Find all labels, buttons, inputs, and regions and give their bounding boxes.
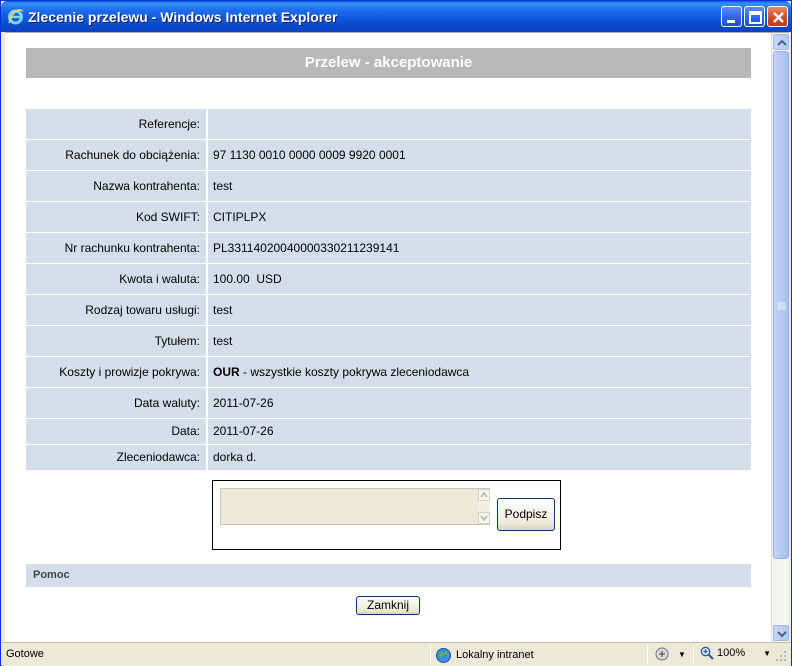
table-row: Tytułem: test (26, 326, 751, 357)
table-row: Zleceniodawca: dorka d. (26, 445, 751, 471)
page-content: Przelew - akceptowanie Referencje: Rachu… (5, 33, 771, 643)
close-button[interactable]: Zamknij (356, 596, 420, 615)
minimize-button[interactable] (721, 6, 742, 27)
row-label: Data: (26, 419, 208, 444)
scroll-down-icon[interactable] (478, 512, 490, 524)
status-separator (647, 645, 648, 664)
chevron-down-icon: ▼ (678, 649, 686, 659)
row-label: Nazwa kontrahenta: (26, 171, 208, 201)
zoom-control[interactable]: 100% ▼ (700, 646, 771, 660)
table-row: Rachunek do obciążenia: 97 1130 0010 000… (26, 140, 751, 171)
table-row: Nazwa kontrahenta: test (26, 171, 751, 202)
table-row: Rodzaj towaru usługi: test (26, 295, 751, 326)
help-section[interactable]: Pomoc (26, 564, 751, 587)
cost-code: OUR (213, 365, 240, 379)
status-separator (430, 645, 431, 664)
row-label: Koszty i prowizje pokrywa: (26, 357, 208, 387)
row-value: PL33114020040000330211239141 (208, 233, 751, 263)
signature-textarea[interactable] (220, 488, 490, 525)
row-label: Rachunek do obciążenia: (26, 140, 208, 170)
row-label: Nr rachunku kontrahenta: (26, 233, 208, 263)
status-bar: Gotowe Lokalny intranet ▼ 100% ▼ (2, 642, 791, 666)
protected-mode[interactable]: ▼ (654, 646, 686, 662)
row-value: test (208, 326, 751, 356)
minimize-icon (727, 20, 735, 23)
row-value: OUR - wszystkie koszty pokrywa zleceniod… (208, 357, 751, 387)
row-label: Referencje: (26, 109, 208, 139)
textarea-scrollbar[interactable] (478, 489, 490, 524)
scrollbar-thumb[interactable] (773, 51, 789, 559)
close-window-button[interactable] (767, 6, 788, 27)
close-icon (773, 12, 784, 23)
table-row: Referencje: (26, 109, 751, 140)
window-title: Zlecenie przelewu - Windows Internet Exp… (28, 9, 338, 25)
grip-icon (778, 302, 786, 310)
row-value: test (208, 295, 751, 325)
row-value: CITIPLPX (208, 202, 751, 232)
row-value: 2011-07-26 (208, 419, 751, 444)
row-value: test (208, 171, 751, 201)
security-zone[interactable]: Lokalny intranet (435, 646, 534, 664)
zoom-icon (700, 646, 714, 660)
cost-description: - wszystkie koszty pokrywa zleceniodawca (239, 365, 470, 379)
signature-panel: Podpisz (212, 480, 561, 550)
scroll-up-button[interactable] (773, 34, 789, 50)
row-value (208, 109, 751, 139)
status-separator (693, 645, 694, 664)
vertical-scrollbar[interactable] (771, 33, 789, 643)
transfer-details-table: Referencje: Rachunek do obciążenia: 97 1… (26, 109, 751, 471)
status-text: Gotowe (6, 648, 44, 660)
row-label: Data waluty: (26, 388, 208, 418)
row-label: Kwota i waluta: (26, 264, 208, 294)
scroll-down-button[interactable] (773, 625, 789, 641)
row-label: Rodzaj towaru usługi: (26, 295, 208, 325)
table-row: Data: 2011-07-26 (26, 419, 751, 445)
maximize-button[interactable] (744, 6, 765, 27)
row-value: 97 1130 0010 0000 0009 9920 0001 (208, 140, 751, 170)
browser-window: Zlecenie przelewu - Windows Internet Exp… (0, 0, 792, 666)
table-row: Data waluty: 2011-07-26 (26, 388, 751, 419)
zoom-level: 100% (717, 647, 746, 659)
table-row: Kwota i waluta: 100.00 USD (26, 264, 751, 295)
sign-button[interactable]: Podpisz (497, 498, 555, 531)
ie-icon (8, 9, 24, 25)
table-row: Koszty i prowizje pokrywa: OUR - wszystk… (26, 357, 751, 388)
row-value: 100.00 USD (208, 264, 751, 294)
scroll-up-icon[interactable] (478, 489, 490, 501)
chevron-up-icon (777, 39, 787, 46)
row-label: Kod SWIFT: (26, 202, 208, 232)
resize-grip-icon[interactable] (774, 649, 788, 663)
title-bar[interactable]: Zlecenie przelewu - Windows Internet Exp… (1, 1, 791, 32)
table-row: Kod SWIFT: CITIPLPX (26, 202, 751, 233)
browser-content: Przelew - akceptowanie Referencje: Rachu… (5, 32, 789, 643)
zone-label: Lokalny intranet (456, 649, 534, 661)
page-title: Przelew - akceptowanie (26, 48, 751, 78)
chevron-down-icon (777, 631, 787, 638)
row-label: Zleceniodawca: (26, 445, 208, 470)
table-row: Nr rachunku kontrahenta: PL3311402004000… (26, 233, 751, 264)
row-value: 2011-07-26 (208, 388, 751, 418)
chevron-down-icon: ▼ (763, 648, 772, 658)
maximize-icon (749, 11, 762, 24)
globe-icon (436, 647, 451, 663)
row-value: dorka d. (208, 445, 751, 470)
protected-mode-icon (655, 647, 669, 661)
row-label: Tytułem: (26, 326, 208, 356)
